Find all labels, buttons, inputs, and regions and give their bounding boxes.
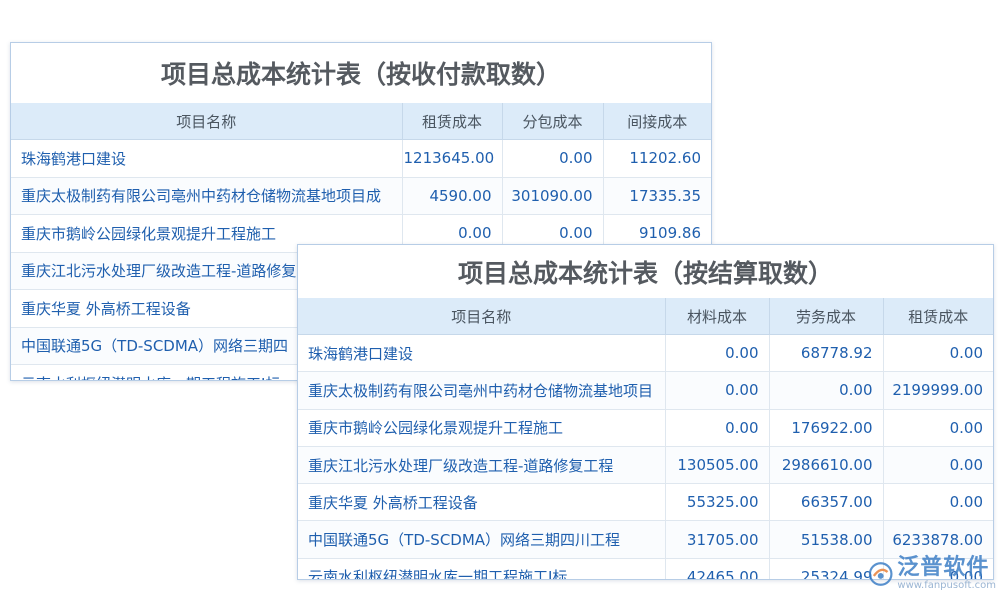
labor-cost-cell: 176922.00 bbox=[769, 409, 884, 447]
indirect-cost-cell: 11202.60 bbox=[603, 139, 711, 178]
material-cost-cell: 55325.00 bbox=[665, 483, 770, 522]
receipt-panel-title: 项目总成本统计表（按收付款取数） bbox=[11, 43, 711, 103]
brand-name: 泛普软件 bbox=[897, 555, 990, 580]
lease-cost-cell: 1213645.00 bbox=[402, 139, 503, 178]
project-name-cell[interactable]: 重庆太极制药有限公司亳州中药材仓储物流基地项目成 bbox=[11, 177, 403, 215]
project-name-cell[interactable]: 重庆市鹅岭公园绿化景观提升工程施工 bbox=[298, 409, 666, 447]
project-name-cell[interactable]: 重庆华夏 外高桥工程设备 bbox=[298, 483, 666, 522]
lease-cost-cell: 0.00 bbox=[883, 409, 993, 447]
labor-cost-cell: 25324.99 bbox=[769, 558, 884, 579]
project-name-cell[interactable]: 云南水利枢纽潜明水库一期工程施工I标 bbox=[298, 558, 666, 579]
column-header-subcontract-cost[interactable]: 分包成本 bbox=[502, 103, 604, 140]
subcontract-cost-cell: 0.00 bbox=[502, 139, 604, 178]
project-name-cell[interactable]: 重庆太极制药有限公司亳州中药材仓储物流基地项目 bbox=[298, 371, 666, 410]
table-row[interactable]: 重庆江北污水处理厂级改造工程-道路修复工程 130505.00 2986610.… bbox=[298, 446, 993, 485]
material-cost-cell: 0.00 bbox=[665, 409, 770, 447]
column-header-lease-cost[interactable]: 租赁成本 bbox=[883, 298, 993, 335]
table-row[interactable]: 重庆太极制药有限公司亳州中药材仓储物流基地项目成 4590.00 301090.… bbox=[11, 177, 711, 215]
project-name-cell[interactable]: 珠海鹤港口建设 bbox=[11, 139, 403, 178]
project-name-cell[interactable]: 中国联通5G（TD-SCDMA）网络三期四川工程 bbox=[298, 520, 666, 559]
lease-cost-cell: 0.00 bbox=[883, 483, 993, 522]
project-name-cell[interactable]: 珠海鹤港口建设 bbox=[298, 334, 666, 373]
table-header-row: 项目名称 材料成本 劳务成本 租赁成本 bbox=[298, 298, 993, 335]
table-row[interactable]: 重庆华夏 外高桥工程设备 55325.00 66357.00 0.00 bbox=[298, 483, 993, 522]
column-header-labor-cost[interactable]: 劳务成本 bbox=[769, 298, 884, 335]
lease-cost-cell: 4590.00 bbox=[402, 177, 503, 215]
material-cost-cell: 42465.00 bbox=[665, 558, 770, 579]
settlement-cost-table: 项目名称 材料成本 劳务成本 租赁成本 珠海鹤港口建设 0.00 68778.9… bbox=[298, 298, 993, 579]
column-header-indirect-cost[interactable]: 间接成本 bbox=[603, 103, 711, 140]
brand-url: www.fanpusoft.com bbox=[897, 580, 996, 591]
table-row[interactable]: 珠海鹤港口建设 1213645.00 0.00 11202.60 bbox=[11, 139, 711, 178]
column-header-material-cost[interactable]: 材料成本 bbox=[665, 298, 770, 335]
fanpu-logo-icon bbox=[868, 562, 893, 586]
indirect-cost-cell: 17335.35 bbox=[603, 177, 711, 215]
subcontract-cost-cell: 301090.00 bbox=[502, 177, 604, 215]
column-header-lease-cost[interactable]: 租赁成本 bbox=[402, 103, 503, 140]
table-header-row: 项目名称 租赁成本 分包成本 间接成本 bbox=[11, 103, 711, 140]
table-row[interactable]: 珠海鹤港口建设 0.00 68778.92 0.00 bbox=[298, 334, 993, 373]
labor-cost-cell: 66357.00 bbox=[769, 483, 884, 522]
material-cost-cell: 0.00 bbox=[665, 334, 770, 373]
settlement-panel-title: 项目总成本统计表（按结算取数） bbox=[298, 245, 993, 298]
lease-cost-cell: 0.00 bbox=[883, 334, 993, 373]
table-row[interactable]: 重庆太极制药有限公司亳州中药材仓储物流基地项目 0.00 0.00 219999… bbox=[298, 371, 993, 410]
material-cost-cell: 31705.00 bbox=[665, 520, 770, 559]
labor-cost-cell: 0.00 bbox=[769, 371, 884, 410]
lease-cost-cell: 2199999.00 bbox=[883, 371, 993, 410]
labor-cost-cell: 51538.00 bbox=[769, 520, 884, 559]
settlement-cost-panel: 项目总成本统计表（按结算取数） 项目名称 材料成本 劳务成本 租赁成本 珠海鹤港… bbox=[297, 244, 994, 580]
labor-cost-cell: 68778.92 bbox=[769, 334, 884, 373]
table-row[interactable]: 重庆市鹅岭公园绿化景观提升工程施工 0.00 176922.00 0.00 bbox=[298, 409, 993, 447]
project-name-cell[interactable]: 重庆江北污水处理厂级改造工程-道路修复工程 bbox=[298, 446, 666, 485]
material-cost-cell: 0.00 bbox=[665, 371, 770, 410]
brand-watermark: 泛普软件 www.fanpusoft.com bbox=[868, 552, 996, 596]
lease-cost-cell: 0.00 bbox=[883, 446, 993, 485]
column-header-project-name[interactable]: 项目名称 bbox=[11, 103, 403, 140]
column-header-project-name[interactable]: 项目名称 bbox=[298, 298, 666, 335]
material-cost-cell: 130505.00 bbox=[665, 446, 770, 485]
labor-cost-cell: 2986610.00 bbox=[769, 446, 884, 485]
